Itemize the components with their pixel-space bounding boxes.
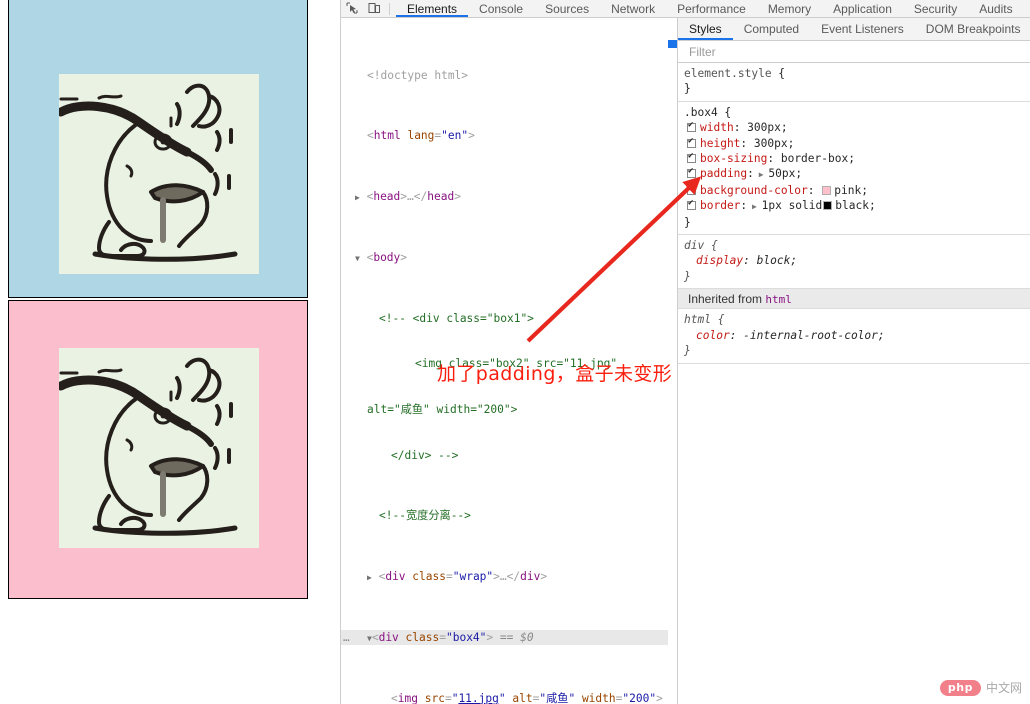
dom-line-head[interactable]: ▶ <head>…</head> (341, 189, 677, 204)
dom-line-img[interactable]: <img src="11.jpg" alt="咸鱼" width="200"> (341, 691, 677, 704)
inherited-from-target: html (765, 293, 792, 307)
inspect-icon[interactable] (341, 0, 363, 17)
styles-pane: Styles Computed Event Listeners DOM Brea… (678, 18, 1030, 704)
tab-console[interactable]: Console (468, 0, 534, 17)
demo-box-pink (8, 300, 308, 599)
dom-line-comment-5[interactable]: <!--宽度分离--> (341, 508, 677, 523)
tab-computed[interactable]: Computed (733, 18, 810, 40)
demo-box-blue (8, 0, 308, 298)
img-src-link[interactable]: 11.jpg (458, 692, 498, 704)
decl-width[interactable]: width: 300px; (684, 120, 788, 134)
rule-div-user-agent[interactable]: div { display: block; } (678, 235, 1030, 290)
device-toolbar-icon[interactable] (363, 0, 385, 17)
inherited-from-bar: Inherited from html (678, 289, 1030, 310)
dom-tree[interactable]: <!doctype html> <html lang="en"> ▶ <head… (341, 18, 677, 704)
dom-line-doctype[interactable]: <!doctype html> (341, 68, 677, 83)
tab-event-listeners[interactable]: Event Listeners (810, 18, 915, 40)
tab-performance[interactable]: Performance (666, 0, 757, 17)
salted-fish-image-blue (59, 74, 259, 274)
salted-fish-image-pink (59, 348, 259, 548)
decl-box-sizing[interactable]: box-sizing: border-box; (684, 151, 855, 165)
background-color-swatch[interactable] (822, 185, 832, 195)
decl-padding[interactable]: padding: ▶ 50px; (684, 166, 802, 180)
tab-security[interactable]: Security (903, 0, 968, 17)
inherited-from-label: Inherited from (688, 292, 763, 307)
tab-sources[interactable]: Sources (534, 0, 600, 17)
tab-application[interactable]: Application (822, 0, 903, 17)
dom-line-html-open[interactable]: <html lang="en"> (341, 128, 677, 143)
border-expand-icon[interactable]: ▶ (747, 202, 761, 211)
decl-border-checkbox[interactable] (687, 198, 696, 211)
elements-scrollbar[interactable] (668, 18, 677, 704)
rule-box4[interactable]: .box4 { width: 300px; height: 300px; box… (678, 101, 1030, 236)
devtools-panel: Elements Console Sources Network Perform… (340, 0, 1030, 704)
tab-elements[interactable]: Elements (396, 0, 468, 17)
decl-width-checkbox[interactable] (687, 120, 696, 133)
tab-audits[interactable]: Audits (968, 0, 1023, 17)
dom-line-comment-2[interactable]: <img class="box2" src="11.jpg" (341, 356, 677, 371)
decl-border[interactable]: border: ▶ 1px solidblack; (684, 198, 876, 212)
devtools-tabbar: Elements Console Sources Network Perform… (341, 0, 1030, 18)
border-color-swatch[interactable] (823, 201, 833, 211)
dom-line-comment-4[interactable]: </div> --> (341, 448, 677, 463)
rule-element-style[interactable]: element.style { } (678, 63, 1030, 102)
tab-network[interactable]: Network (600, 0, 666, 17)
watermark-text: 中文网 (985, 681, 1022, 695)
toolbar-divider (389, 3, 390, 15)
tab-styles[interactable]: Styles (678, 18, 733, 40)
styles-filter-input[interactable]: Filter (678, 41, 1030, 63)
tab-memory[interactable]: Memory (757, 0, 822, 17)
rendered-page-viewport (0, 0, 340, 704)
watermark-php-badge: php (939, 679, 981, 696)
rule-html-inherited[interactable]: html { color: -internal-root-color; } (678, 309, 1030, 364)
padding-expand-icon[interactable]: ▶ (754, 170, 768, 179)
decl-padding-checkbox[interactable] (687, 166, 696, 179)
styles-tabbar: Styles Computed Event Listeners DOM Brea… (678, 18, 1030, 41)
decl-box-sizing-checkbox[interactable] (687, 151, 696, 164)
dom-line-box4-selected[interactable]: … ▼<div class="box4"> == $0 (341, 629, 677, 646)
decl-background-color[interactable]: background-color: pink; (684, 183, 868, 197)
decl-height[interactable]: height: 300px; (684, 136, 794, 150)
dom-line-comment-1[interactable]: <!-- <div class="box1"> (341, 311, 677, 326)
dom-line-comment-3[interactable]: alt="咸鱼" width="200"> (341, 402, 677, 417)
elements-scrollbar-thumb[interactable] (668, 40, 677, 48)
watermark: php 中文网 (939, 679, 1022, 696)
tab-dom-breakpoints[interactable]: DOM Breakpoints (915, 18, 1030, 40)
elements-tree-pane: <!doctype html> <html lang="en"> ▶ <head… (341, 18, 678, 704)
decl-height-checkbox[interactable] (687, 136, 696, 148)
styles-filter-placeholder: Filter (689, 44, 716, 59)
dom-line-wrap[interactable]: ▶ <div class="wrap">…</div> (341, 569, 677, 584)
dom-line-body-open[interactable]: ▼ <body> (341, 250, 677, 265)
decl-background-color-checkbox[interactable] (687, 183, 696, 195)
